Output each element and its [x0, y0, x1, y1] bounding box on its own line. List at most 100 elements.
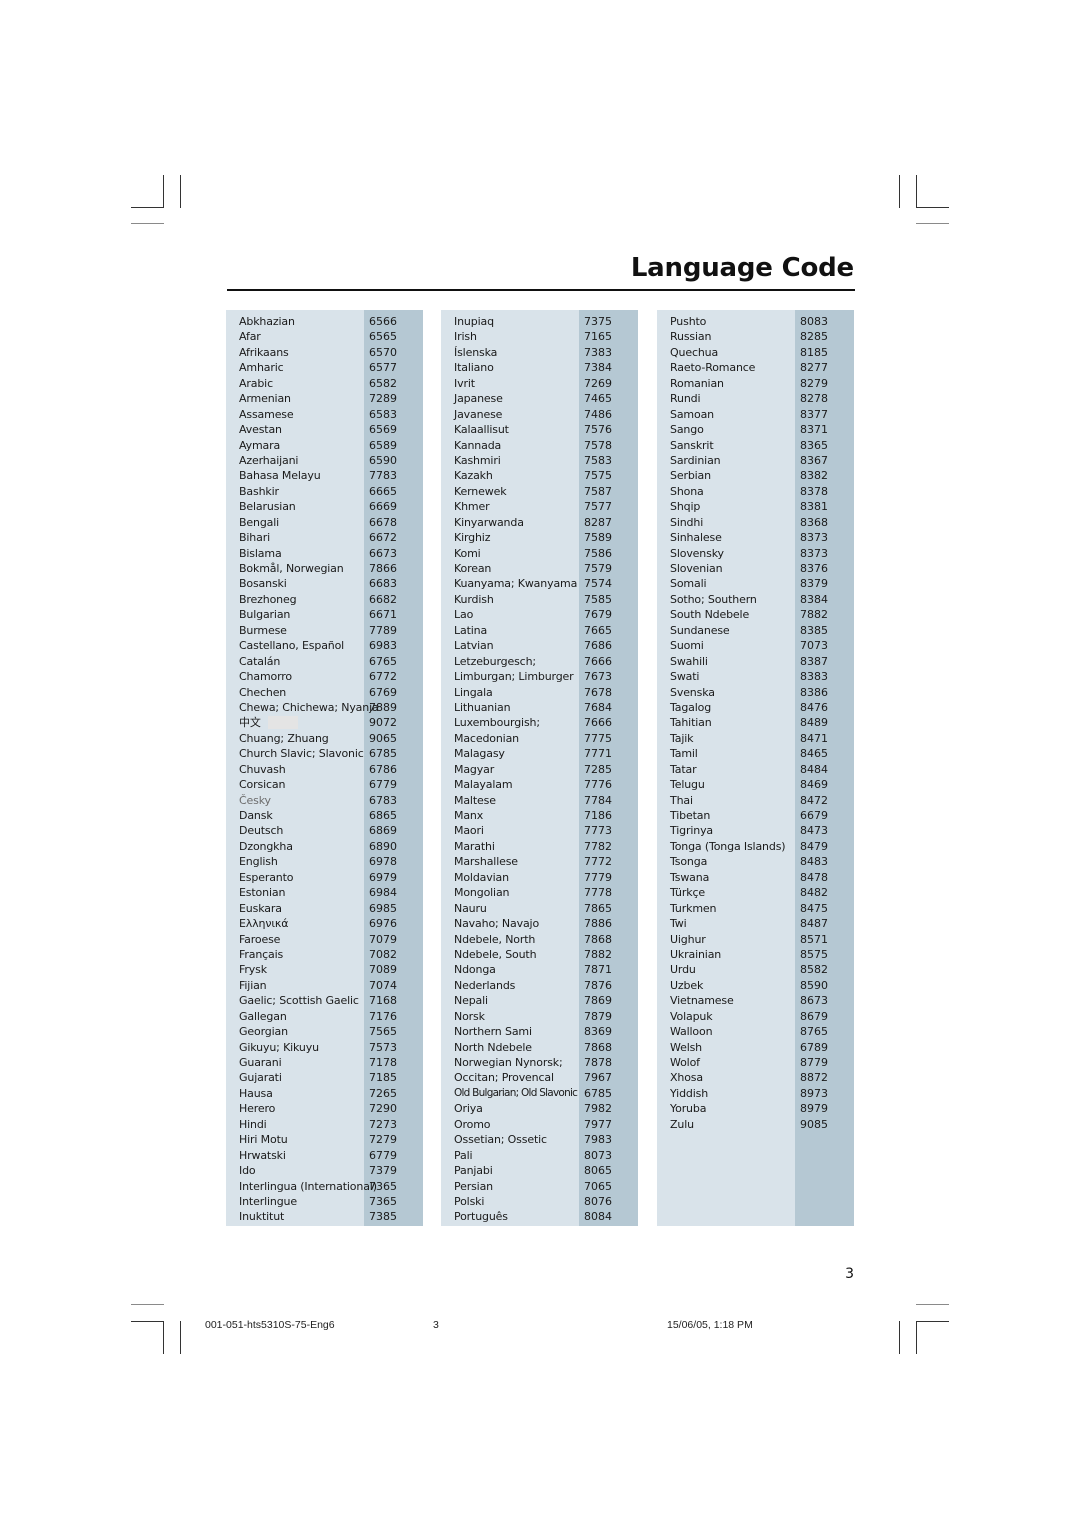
language-name: Manx	[454, 809, 484, 822]
language-name: Romanian	[670, 376, 724, 390]
language-row: Armenian 7289	[226, 391, 423, 406]
language-row: Sindhi 8368	[657, 515, 854, 530]
language-row: Hiri Motu 7279	[226, 1132, 423, 1147]
language-code: 7967	[584, 1071, 612, 1085]
language-name: Sango	[670, 423, 704, 437]
language-row: Lao 7679	[441, 607, 638, 622]
language-row: Türkçe 8482	[657, 885, 854, 900]
language-name: Türkçe	[670, 886, 705, 900]
language-name: Hindi	[239, 1117, 267, 1131]
language-code: 6985	[369, 901, 397, 915]
language-row: Tahitian 8489	[657, 715, 854, 730]
language-row: Dansk 6865	[226, 808, 423, 823]
language-row: Česky 6783	[226, 793, 423, 808]
language-name: Tahitian	[670, 716, 712, 730]
language-name: Malagasy	[454, 747, 505, 761]
language-row: Ivrit 7269	[441, 376, 638, 391]
language-row: Ελληνικά 6976	[226, 916, 423, 931]
language-code: 6678	[369, 515, 397, 529]
language-code: 8373	[800, 546, 828, 560]
language-row: Afar 6565	[226, 329, 423, 344]
language-name: Yoruba	[670, 1102, 707, 1116]
language-row: Bengali 6678	[226, 515, 423, 530]
language-code: 6583	[369, 407, 397, 421]
language-row: Tibetan 6679	[657, 808, 854, 823]
language-name: Sardinian	[670, 453, 721, 467]
crop-mark	[131, 223, 164, 224]
language-column-3: Pushto 8083 Russian 8285 Quechua 8185 Raeto-Ro…	[657, 310, 854, 1226]
language-code: 7573	[369, 1040, 397, 1054]
language-row: Uzbek 8590	[657, 978, 854, 993]
language-name: Hrwatski	[239, 1148, 286, 1162]
language-name: Kinyarwanda	[454, 515, 524, 529]
language-name: Kazakh	[454, 469, 493, 483]
language-code: 8979	[800, 1102, 828, 1116]
language-code: 6783	[369, 793, 397, 807]
language-name: Samoan	[670, 407, 714, 421]
language-code: 6590	[369, 453, 397, 467]
language-code: 8285	[800, 330, 828, 344]
language-code: 7269	[584, 376, 612, 390]
language-code: 6890	[369, 839, 397, 853]
language-code: 8465	[800, 747, 828, 761]
crop-mark	[131, 1321, 164, 1322]
language-code: 6984	[369, 886, 397, 900]
language-row: Amharic 6577	[226, 360, 423, 375]
language-code: 7868	[584, 1040, 612, 1054]
language-name: Navaho; Navajo	[454, 917, 540, 931]
language-name: Kashmiri	[454, 453, 501, 467]
language-name: Bahasa Melayu	[239, 469, 321, 483]
language-code: 8084	[584, 1210, 612, 1224]
language-name: Northern Sami	[454, 1025, 532, 1039]
language-row: Shona 8378	[657, 484, 854, 499]
language-row: Azerhaijani 6590	[226, 453, 423, 468]
language-code: 8679	[800, 1009, 828, 1023]
crop-mark	[180, 175, 181, 208]
language-code: 7876	[584, 978, 612, 992]
language-row: Estonian 6984	[226, 885, 423, 900]
language-name: Euskara	[239, 901, 282, 915]
language-name: Volapuk	[670, 1009, 713, 1023]
language-code: 7089	[369, 963, 397, 977]
language-code: 8478	[800, 870, 828, 884]
language-code: 7684	[584, 700, 612, 714]
language-name: Nederlands	[454, 978, 516, 992]
crop-mark	[916, 1321, 917, 1354]
language-name: Chamorro	[239, 670, 292, 684]
language-row: Bihari 6672	[226, 530, 423, 545]
language-code: 7178	[369, 1056, 397, 1069]
language-row: Esperanto 6979	[226, 870, 423, 885]
language-name: Shona	[670, 484, 704, 498]
language-code: 7589	[584, 531, 612, 545]
language-code: 7279	[369, 1133, 397, 1147]
language-row: Faroese 7079	[226, 932, 423, 947]
language-code: 7575	[584, 469, 612, 483]
language-row: Irish 7165	[441, 329, 638, 344]
language-row: Chechen 6769	[226, 685, 423, 700]
language-code: 7285	[584, 762, 612, 776]
footer-page: 3	[433, 1319, 439, 1331]
language-code: 7577	[584, 500, 612, 514]
language-row: Suomi 7073	[657, 638, 854, 653]
language-code: 8387	[800, 654, 828, 668]
language-name: Xhosa	[670, 1071, 703, 1085]
language-code: 7686	[584, 639, 612, 653]
language-code: 8471	[800, 731, 828, 745]
language-code: 8487	[800, 917, 828, 931]
language-row: Volapuk 8679	[657, 1009, 854, 1024]
language-row: Oromo 7977	[441, 1117, 638, 1132]
language-code: 8384	[800, 592, 828, 606]
language-name: Gaelic; Scottish Gaelic	[239, 994, 359, 1008]
language-row: Thai 8472	[657, 793, 854, 808]
language-name: Amharic	[239, 361, 284, 375]
language-code: 7168	[369, 994, 397, 1008]
language-name: Macedonian	[454, 731, 519, 745]
language-code: 6983	[369, 639, 397, 653]
language-name: Wolof	[670, 1056, 700, 1069]
language-row: Kinyarwanda 8287	[441, 515, 638, 530]
language-name: Ossetian; Ossetic	[454, 1133, 547, 1147]
language-code: 6789	[800, 1040, 828, 1054]
language-code: 7771	[584, 747, 612, 761]
language-row: Komi 7586	[441, 546, 638, 561]
language-code: 8386	[800, 685, 828, 699]
